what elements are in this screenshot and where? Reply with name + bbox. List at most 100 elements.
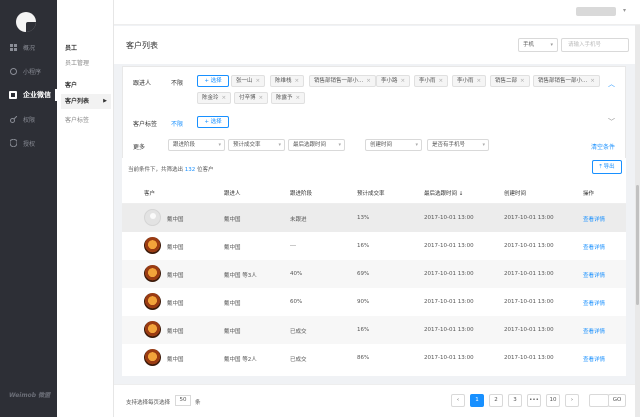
page-button-2[interactable]: 2: [489, 394, 503, 407]
nav-item-wecom[interactable]: 企业微信: [0, 86, 57, 104]
cell-stage: 已成交: [290, 357, 307, 363]
subnav-item-label: 客户列表: [65, 98, 90, 105]
select-tag-button[interactable]: + 选择: [197, 116, 229, 128]
last-follow-dropdown[interactable]: 最后选跟时间 ▾: [288, 139, 345, 151]
tag-label: 销售部销售一部小...: [314, 78, 364, 84]
subnav-item-customer-tags[interactable]: 客户标签: [61, 113, 111, 128]
select-follower-button[interactable]: + 选择: [197, 75, 229, 87]
follower-tag[interactable]: 张一山 ×: [231, 75, 266, 87]
nav-label: 企业微信: [23, 91, 51, 99]
filter-any-follower[interactable]: 不限: [171, 78, 183, 87]
close-icon[interactable]: ×: [590, 78, 595, 84]
next-page-button[interactable]: ›: [565, 394, 579, 407]
nav-label: 授权: [23, 140, 36, 148]
page-size-input[interactable]: 50: [175, 395, 191, 406]
table-row[interactable]: 戴中国 戴中国 60% 90% 2017-10-01 13:00 2017-10…: [122, 288, 626, 316]
chevron-up-icon[interactable]: ︿: [608, 79, 615, 89]
view-details-link[interactable]: 查看详情: [583, 327, 605, 335]
view-details-link[interactable]: 查看详情: [583, 271, 605, 279]
close-icon[interactable]: ×: [222, 95, 227, 101]
wecom-icon: [9, 91, 17, 99]
view-details-link[interactable]: 查看详情: [583, 243, 605, 251]
subnav-item-staff-manage[interactable]: 员工管理: [61, 56, 111, 71]
cell-follower: 戴中国: [224, 245, 241, 251]
follower-tag[interactable]: 陈露予 ×: [271, 92, 306, 104]
follower-tag[interactable]: 陈维栈 ×: [270, 75, 305, 87]
cell-last-follow: 2017-10-01 13:00: [424, 271, 474, 277]
export-button[interactable]: ⤒ 导出: [592, 160, 622, 174]
subnav-item-customer-list[interactable]: 客户列表 ▶: [61, 94, 111, 109]
nav-label: 小程序: [23, 68, 42, 76]
follower-tag[interactable]: 陈金玲 ×: [197, 92, 232, 104]
close-icon[interactable]: ×: [477, 78, 482, 84]
follower-tag[interactable]: 销售二部 ×: [490, 75, 530, 87]
search-input[interactable]: 请输入手机号: [561, 38, 629, 52]
nav-item-overview[interactable]: 概况: [0, 38, 57, 56]
table-row[interactable]: 戴中国 戴中国 等2人 已成交 86% 2017-10-01 13:00 201…: [122, 344, 626, 372]
page-button-10[interactable]: 10: [546, 394, 560, 407]
cell-follower: 戴中国: [224, 301, 241, 307]
table-row[interactable]: 戴中国 戴中国 已成交 16% 2017-10-01 13:00 2017-10…: [122, 316, 626, 344]
close-icon[interactable]: ×: [520, 78, 525, 84]
cell-rate: 16%: [357, 243, 370, 249]
user-menu[interactable]: [576, 7, 616, 16]
close-icon[interactable]: ×: [366, 78, 371, 84]
follower-tag[interactable]: 销售部销售一部小... ×: [309, 75, 376, 87]
close-icon[interactable]: ×: [401, 78, 406, 84]
cell-rate: 16%: [357, 327, 370, 333]
view-details-link[interactable]: 查看详情: [583, 355, 605, 363]
clear-filters-link[interactable]: 清空条件: [591, 142, 615, 151]
rate-dropdown[interactable]: 预计成交率 ▾: [228, 139, 285, 151]
page-button-3[interactable]: 3: [508, 394, 522, 407]
page-size-unit: 条: [195, 400, 201, 406]
column-header: 跟进人: [224, 191, 241, 197]
close-icon[interactable]: ×: [439, 78, 444, 84]
follower-tag[interactable]: 李小雨 ×: [452, 75, 487, 87]
cell-rate: 86%: [357, 355, 370, 361]
follower-tag[interactable]: 销售部销售一部小... ×: [533, 75, 600, 87]
table-row[interactable]: 戴中国 戴中国 等3人 40% 69% 2017-10-01 13:00 201…: [122, 260, 626, 288]
chevron-down-icon: ▾: [278, 142, 281, 148]
filter-panel: 跟进人 不限 + 选择 张一山 × 陈维栈 × 销售部销售一部小... × 李小路 × …: [122, 66, 626, 166]
column-header-sortable[interactable]: 最后选跟时间 ↓: [424, 189, 463, 197]
chevron-down-icon: ▾: [338, 142, 341, 148]
follower-tag[interactable]: 付辛博 ×: [234, 92, 269, 104]
follower-tag[interactable]: 李小雨 ×: [414, 75, 449, 87]
close-icon[interactable]: ×: [256, 78, 261, 84]
nav-item-authorization[interactable]: 授权: [0, 134, 57, 152]
cell-customer: 戴中国: [167, 301, 184, 307]
nav-item-permission[interactable]: 权限: [0, 110, 57, 128]
dropdown-label: 跟进阶段: [173, 142, 196, 148]
cell-last-follow: 2017-10-01 13:00: [424, 327, 474, 333]
main-nav: 概况 小程序 企业微信 权限 授权 Weimob 微盟: [0, 0, 57, 417]
close-icon[interactable]: ×: [295, 78, 300, 84]
go-button[interactable]: GO: [608, 394, 626, 407]
scrollbar-thumb[interactable]: [636, 185, 639, 305]
cell-created: 2017-10-01 13:00: [504, 355, 554, 361]
filter-any-tags[interactable]: 不限: [171, 119, 183, 128]
cell-customer: 戴中国: [167, 273, 184, 279]
search-type-select[interactable]: 手机 ▾: [518, 38, 558, 52]
page-button-1[interactable]: 1: [470, 394, 484, 407]
nav-item-miniprogram[interactable]: 小程序: [0, 62, 57, 80]
page-ellipsis[interactable]: •••: [527, 394, 541, 407]
created-dropdown[interactable]: 创建时间 ▾: [365, 139, 422, 151]
cell-rate: 90%: [357, 299, 370, 305]
close-icon[interactable]: ×: [259, 95, 264, 101]
chevron-down-icon[interactable]: ▾: [623, 7, 626, 14]
follower-tag[interactable]: 李小路 ×: [376, 75, 411, 87]
dashboard-icon: [9, 43, 17, 51]
table-row[interactable]: 戴中国 戴中国 未跟进 13% 2017-10-01 13:00 2017-10…: [122, 204, 626, 232]
jump-page-input[interactable]: [589, 394, 609, 407]
table-row[interactable]: 戴中国 戴中国 --- 16% 2017-10-01 13:00 2017-10…: [122, 232, 626, 260]
close-icon[interactable]: ×: [296, 95, 301, 101]
phone-dropdown[interactable]: 是否有手机号 ▾: [427, 139, 489, 151]
top-bar: ▾: [114, 0, 640, 25]
view-details-link[interactable]: 查看详情: [583, 299, 605, 307]
prev-page-button[interactable]: ‹: [451, 394, 465, 407]
chevron-down-icon[interactable]: ﹀: [608, 117, 615, 127]
page-scrollbar[interactable]: [635, 25, 640, 417]
stage-dropdown[interactable]: 跟进阶段 ▾: [168, 139, 225, 151]
cell-stage: 40%: [290, 271, 303, 277]
view-details-link[interactable]: 查看详情: [583, 215, 605, 223]
